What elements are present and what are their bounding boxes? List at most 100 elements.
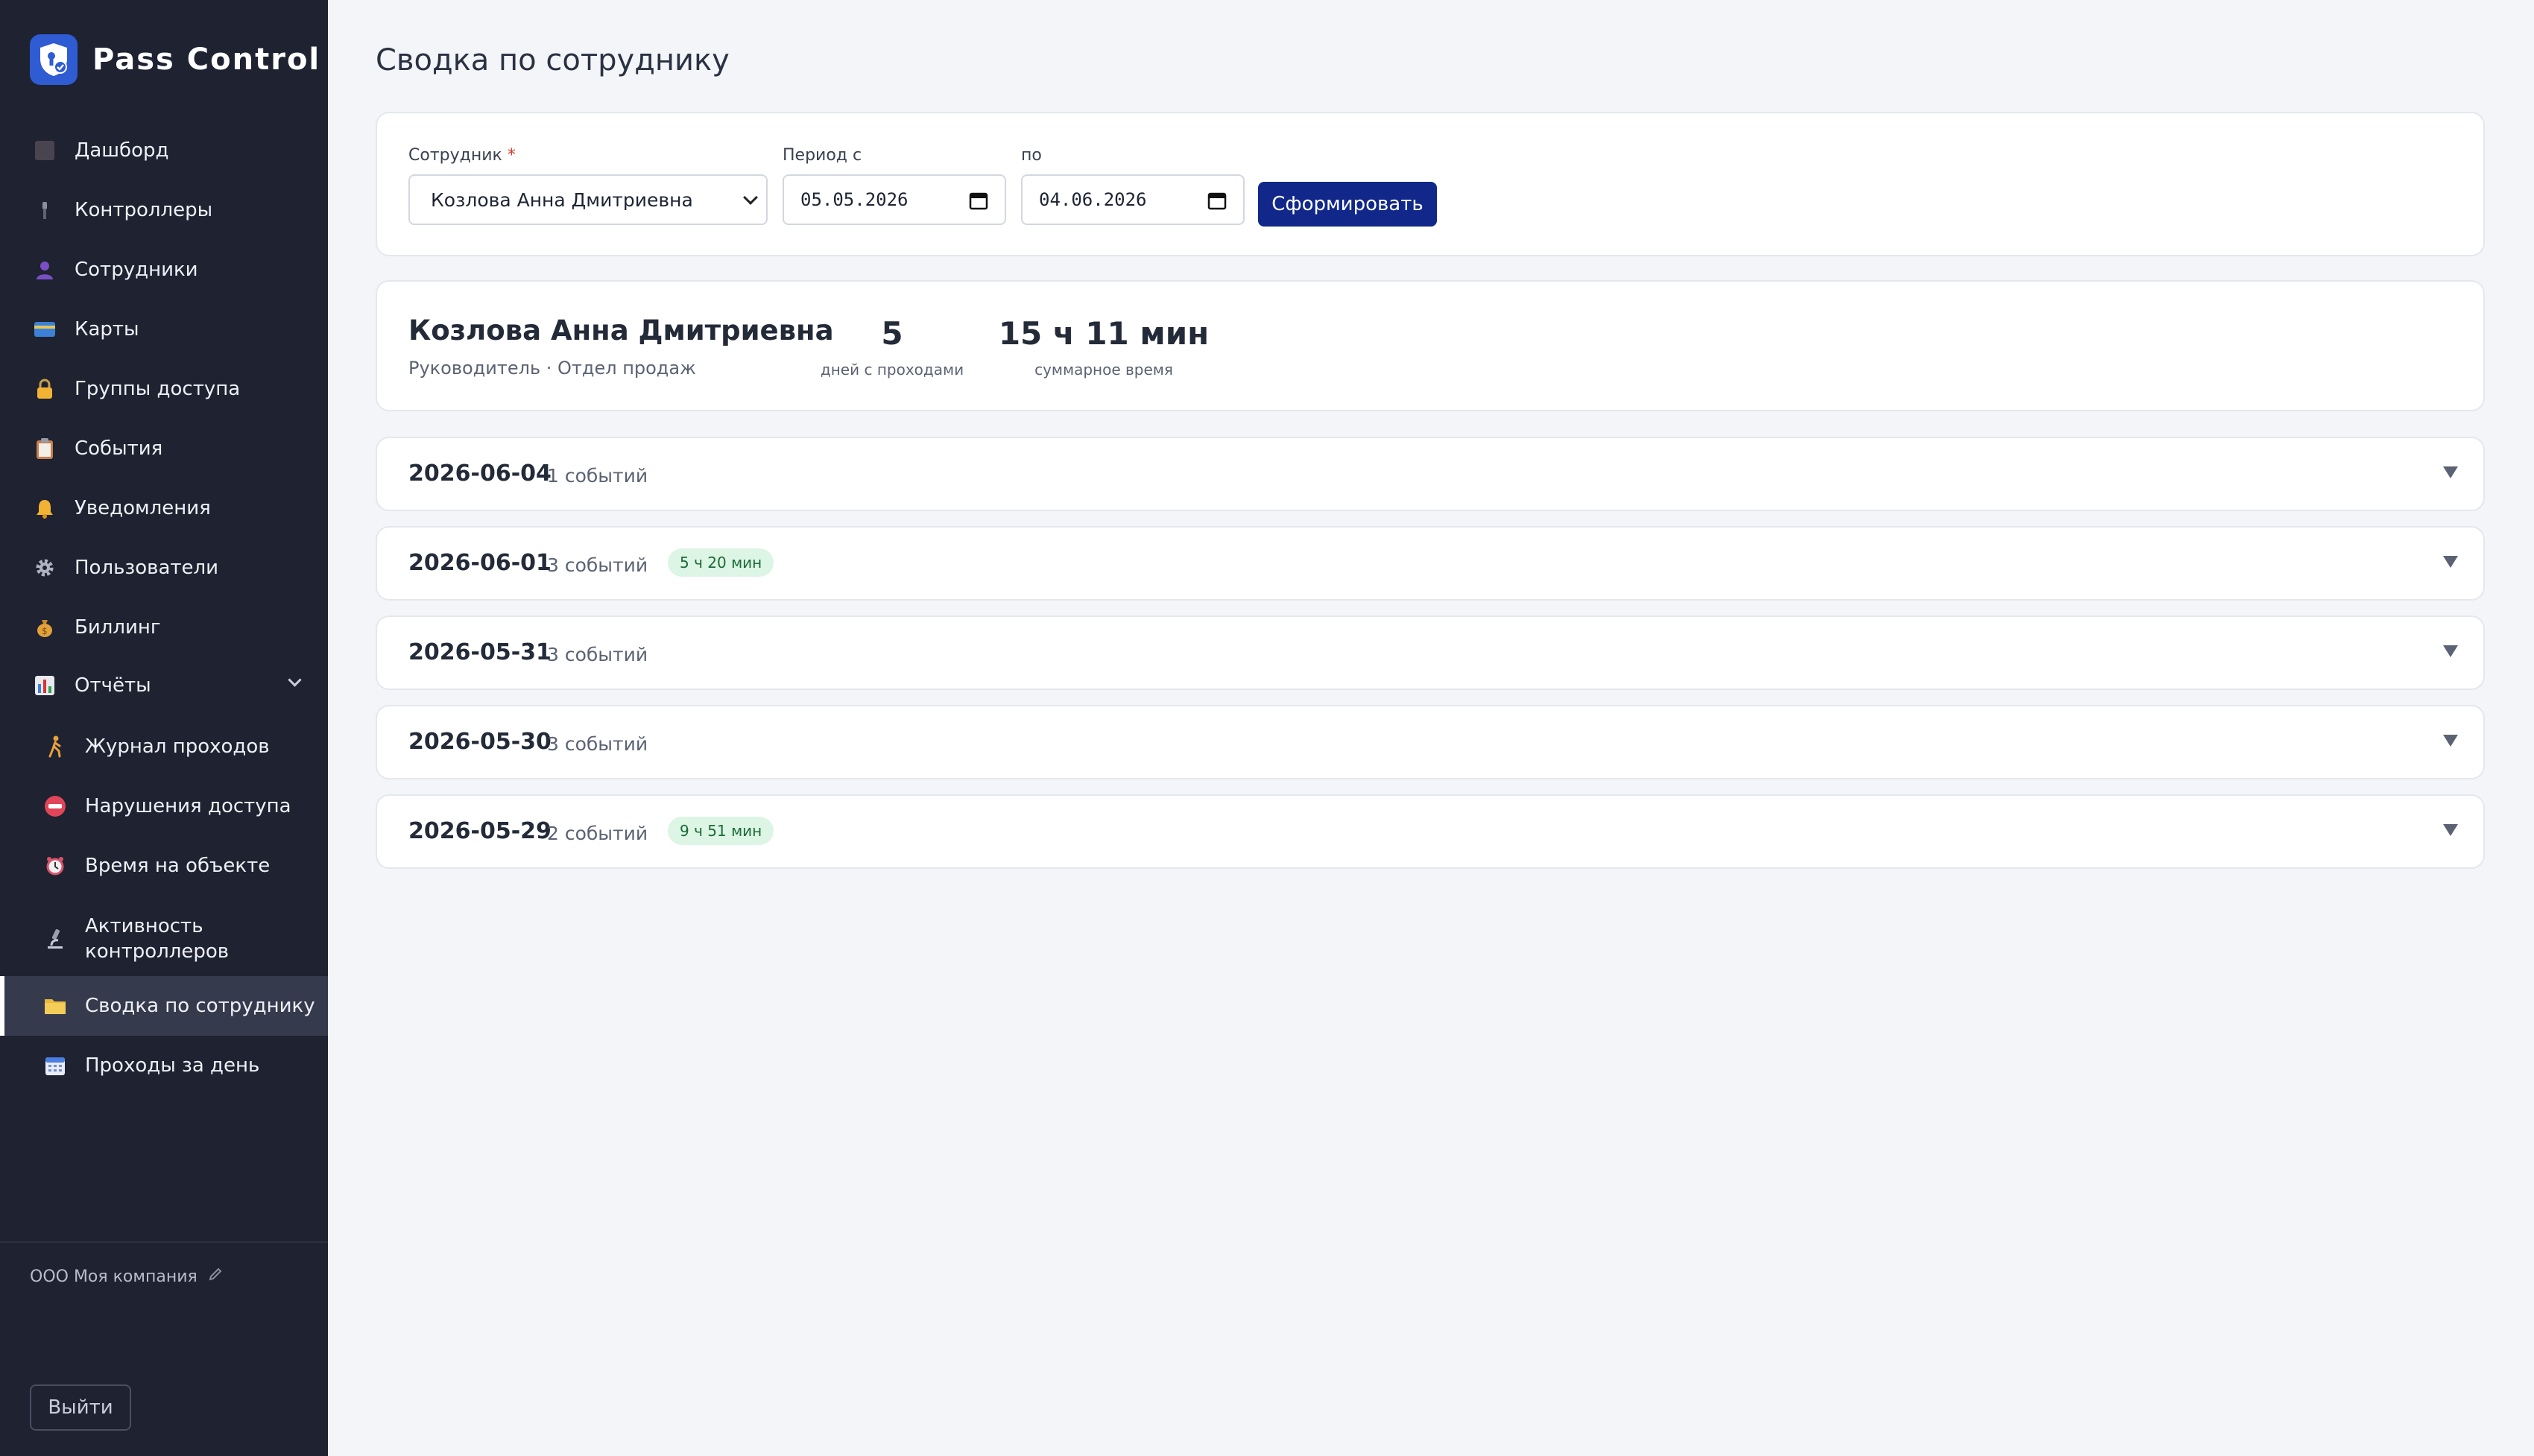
sidebar-item-employee-summary[interactable]: Сводка по сотруднику (0, 976, 328, 1036)
sidebar-item-access-groups[interactable]: Группы доступа (0, 359, 328, 419)
sidebar-item-daily-passes[interactable]: Проходы за день (0, 1036, 328, 1095)
employee-position: Руководитель · Отдел продаж (408, 358, 696, 379)
sidebar-item-label: Нарушения доступа (85, 795, 291, 817)
sidebar-item-label: Биллинг (75, 616, 161, 639)
sidebar-item-label: События (75, 437, 163, 460)
chevron-down-icon (288, 673, 302, 687)
company-switcher[interactable]: ООО Моя компания (30, 1267, 223, 1286)
sidebar-item-label: Контроллеры (75, 199, 213, 221)
sidebar-item-label-line2: контроллеров (85, 940, 230, 963)
sidebar-item-label: Отчёты (75, 674, 151, 697)
employee-label: Сотрудник * (408, 146, 516, 165)
pencil-icon[interactable] (208, 1267, 223, 1286)
app-logo[interactable]: Pass Control (30, 33, 320, 86)
day-date: 2026-06-04 (408, 460, 552, 487)
sidebar-item-label: Пользователи (75, 557, 219, 579)
sidebar: Pass Control Дашборд Контроллеры Сотрудн… (0, 0, 328, 1456)
bar-chart-icon (33, 674, 57, 697)
sidebar-item-controller-activity[interactable]: Активность контроллеров (0, 905, 328, 973)
sidebar-item-employees[interactable]: Сотрудники (0, 240, 328, 300)
sidebar-item-label: Уведомления (75, 497, 211, 519)
calendar-picker-icon[interactable] (1207, 191, 1227, 215)
day-row[interactable]: 2026-05-29 2 событий 9 ч 51 мин (376, 794, 2485, 869)
total-time-stat: 15 ч 11 мин суммарное время (981, 316, 1227, 379)
person-icon (33, 258, 57, 282)
day-event-count: 1 событий (547, 465, 648, 487)
day-date: 2026-05-31 (408, 639, 552, 665)
expand-triangle-icon[interactable] (2443, 735, 2458, 747)
sidebar-item-label: Сводка по сотруднику (85, 995, 315, 1017)
sidebar-item-label: Журнал проходов (85, 735, 270, 758)
sidebar-item-reports[interactable]: Отчёты (0, 656, 328, 715)
app-name: Pass Control (92, 42, 321, 77)
clipboard-icon (33, 437, 57, 460)
sidebar-item-label: Время на объекте (85, 855, 271, 877)
day-row[interactable]: 2026-05-30 3 событий (376, 705, 2485, 779)
sidebar-item-access-violations[interactable]: Нарушения доступа (0, 776, 328, 836)
sidebar-item-events[interactable]: События (0, 419, 328, 478)
logout-button[interactable]: Выйти (30, 1384, 131, 1431)
day-date: 2026-06-01 (408, 550, 552, 576)
employee-select-value: Козлова Анна Дмитриевна (431, 189, 693, 211)
bell-icon (33, 496, 57, 520)
employee-label-text: Сотрудник (408, 146, 502, 165)
walking-person-icon (43, 735, 67, 759)
employee-summary-card: Козлова Анна Дмитриевна Руководитель · О… (376, 280, 2485, 411)
dashboard-icon (33, 139, 57, 162)
sidebar-item-label: Активность контроллеров (85, 914, 229, 964)
duration-badge: 5 ч 20 мин (668, 548, 774, 577)
generate-report-button[interactable]: Сформировать (1258, 182, 1437, 227)
days-with-passes-stat: 5 дней с проходами (799, 316, 985, 379)
employee-select[interactable]: Козлова Анна Дмитриевна (408, 174, 768, 225)
sidebar-item-cards[interactable]: Карты (0, 300, 328, 359)
day-event-count: 3 событий (547, 644, 648, 665)
alarm-clock-icon (43, 854, 67, 878)
period-from-value: 05.05.2026 (800, 189, 909, 210)
expand-triangle-icon[interactable] (2443, 556, 2458, 568)
calendar-picker-icon[interactable] (969, 191, 988, 215)
day-event-count: 3 событий (547, 733, 648, 755)
page-title: Сводка по сотруднику (376, 43, 730, 77)
day-event-count: 2 событий (547, 823, 648, 844)
filter-panel: Сотрудник * Козлова Анна Дмитриевна Пери… (376, 112, 2485, 256)
sidebar-item-label-line1: Активность (85, 915, 203, 937)
no-entry-icon (43, 794, 67, 818)
duration-badge: 9 ч 51 мин (668, 817, 774, 845)
sidebar-item-billing[interactable]: $ Биллинг (0, 598, 328, 657)
required-mark: * (507, 146, 516, 165)
period-to-date-input[interactable]: 04.06.2026 (1021, 174, 1245, 225)
expand-triangle-icon[interactable] (2443, 645, 2458, 657)
expand-triangle-icon[interactable] (2443, 466, 2458, 478)
day-date: 2026-05-29 (408, 818, 552, 844)
period-from-label: Период с (783, 146, 862, 165)
total-time-value: 15 ч 11 мин (998, 315, 1210, 352)
sidebar-item-dashboard[interactable]: Дашборд (0, 121, 328, 180)
sidebar-item-controllers[interactable]: Контроллеры (0, 180, 328, 240)
sidebar-item-label: Группы доступа (75, 378, 241, 400)
sidebar-item-time-on-site[interactable]: Время на объекте (0, 836, 328, 896)
days-with-passes-value: 5 (881, 315, 903, 352)
day-row[interactable]: 2026-05-31 3 событий (376, 615, 2485, 690)
controller-icon (33, 198, 57, 222)
employee-name: Козлова Анна Дмитриевна (408, 314, 834, 346)
calendar-icon (43, 1054, 67, 1077)
period-from-date-input[interactable]: 05.05.2026 (783, 174, 1006, 225)
sidebar-item-label: Дашборд (75, 139, 169, 162)
folder-icon (43, 994, 67, 1018)
sidebar-item-users[interactable]: Пользователи (0, 538, 328, 598)
period-to-label: по (1021, 146, 1042, 165)
expand-triangle-icon[interactable] (2443, 824, 2458, 836)
day-event-count: 3 событий (547, 554, 648, 576)
sidebar-item-notifications[interactable]: Уведомления (0, 478, 328, 538)
day-row[interactable]: 2026-06-01 3 событий 5 ч 20 мин (376, 526, 2485, 601)
day-row[interactable]: 2026-06-04 1 событий (376, 437, 2485, 511)
sidebar-item-pass-log[interactable]: Журнал проходов (0, 717, 328, 776)
chevron-down-icon (743, 190, 758, 205)
sidebar-item-label: Карты (75, 318, 139, 341)
sidebar-item-label: Проходы за день (85, 1054, 260, 1077)
money-bag-icon: $ (33, 615, 57, 639)
lock-icon (33, 377, 57, 401)
microscope-icon (43, 927, 67, 951)
shield-lock-icon (30, 34, 78, 85)
sidebar-divider (0, 1241, 328, 1243)
